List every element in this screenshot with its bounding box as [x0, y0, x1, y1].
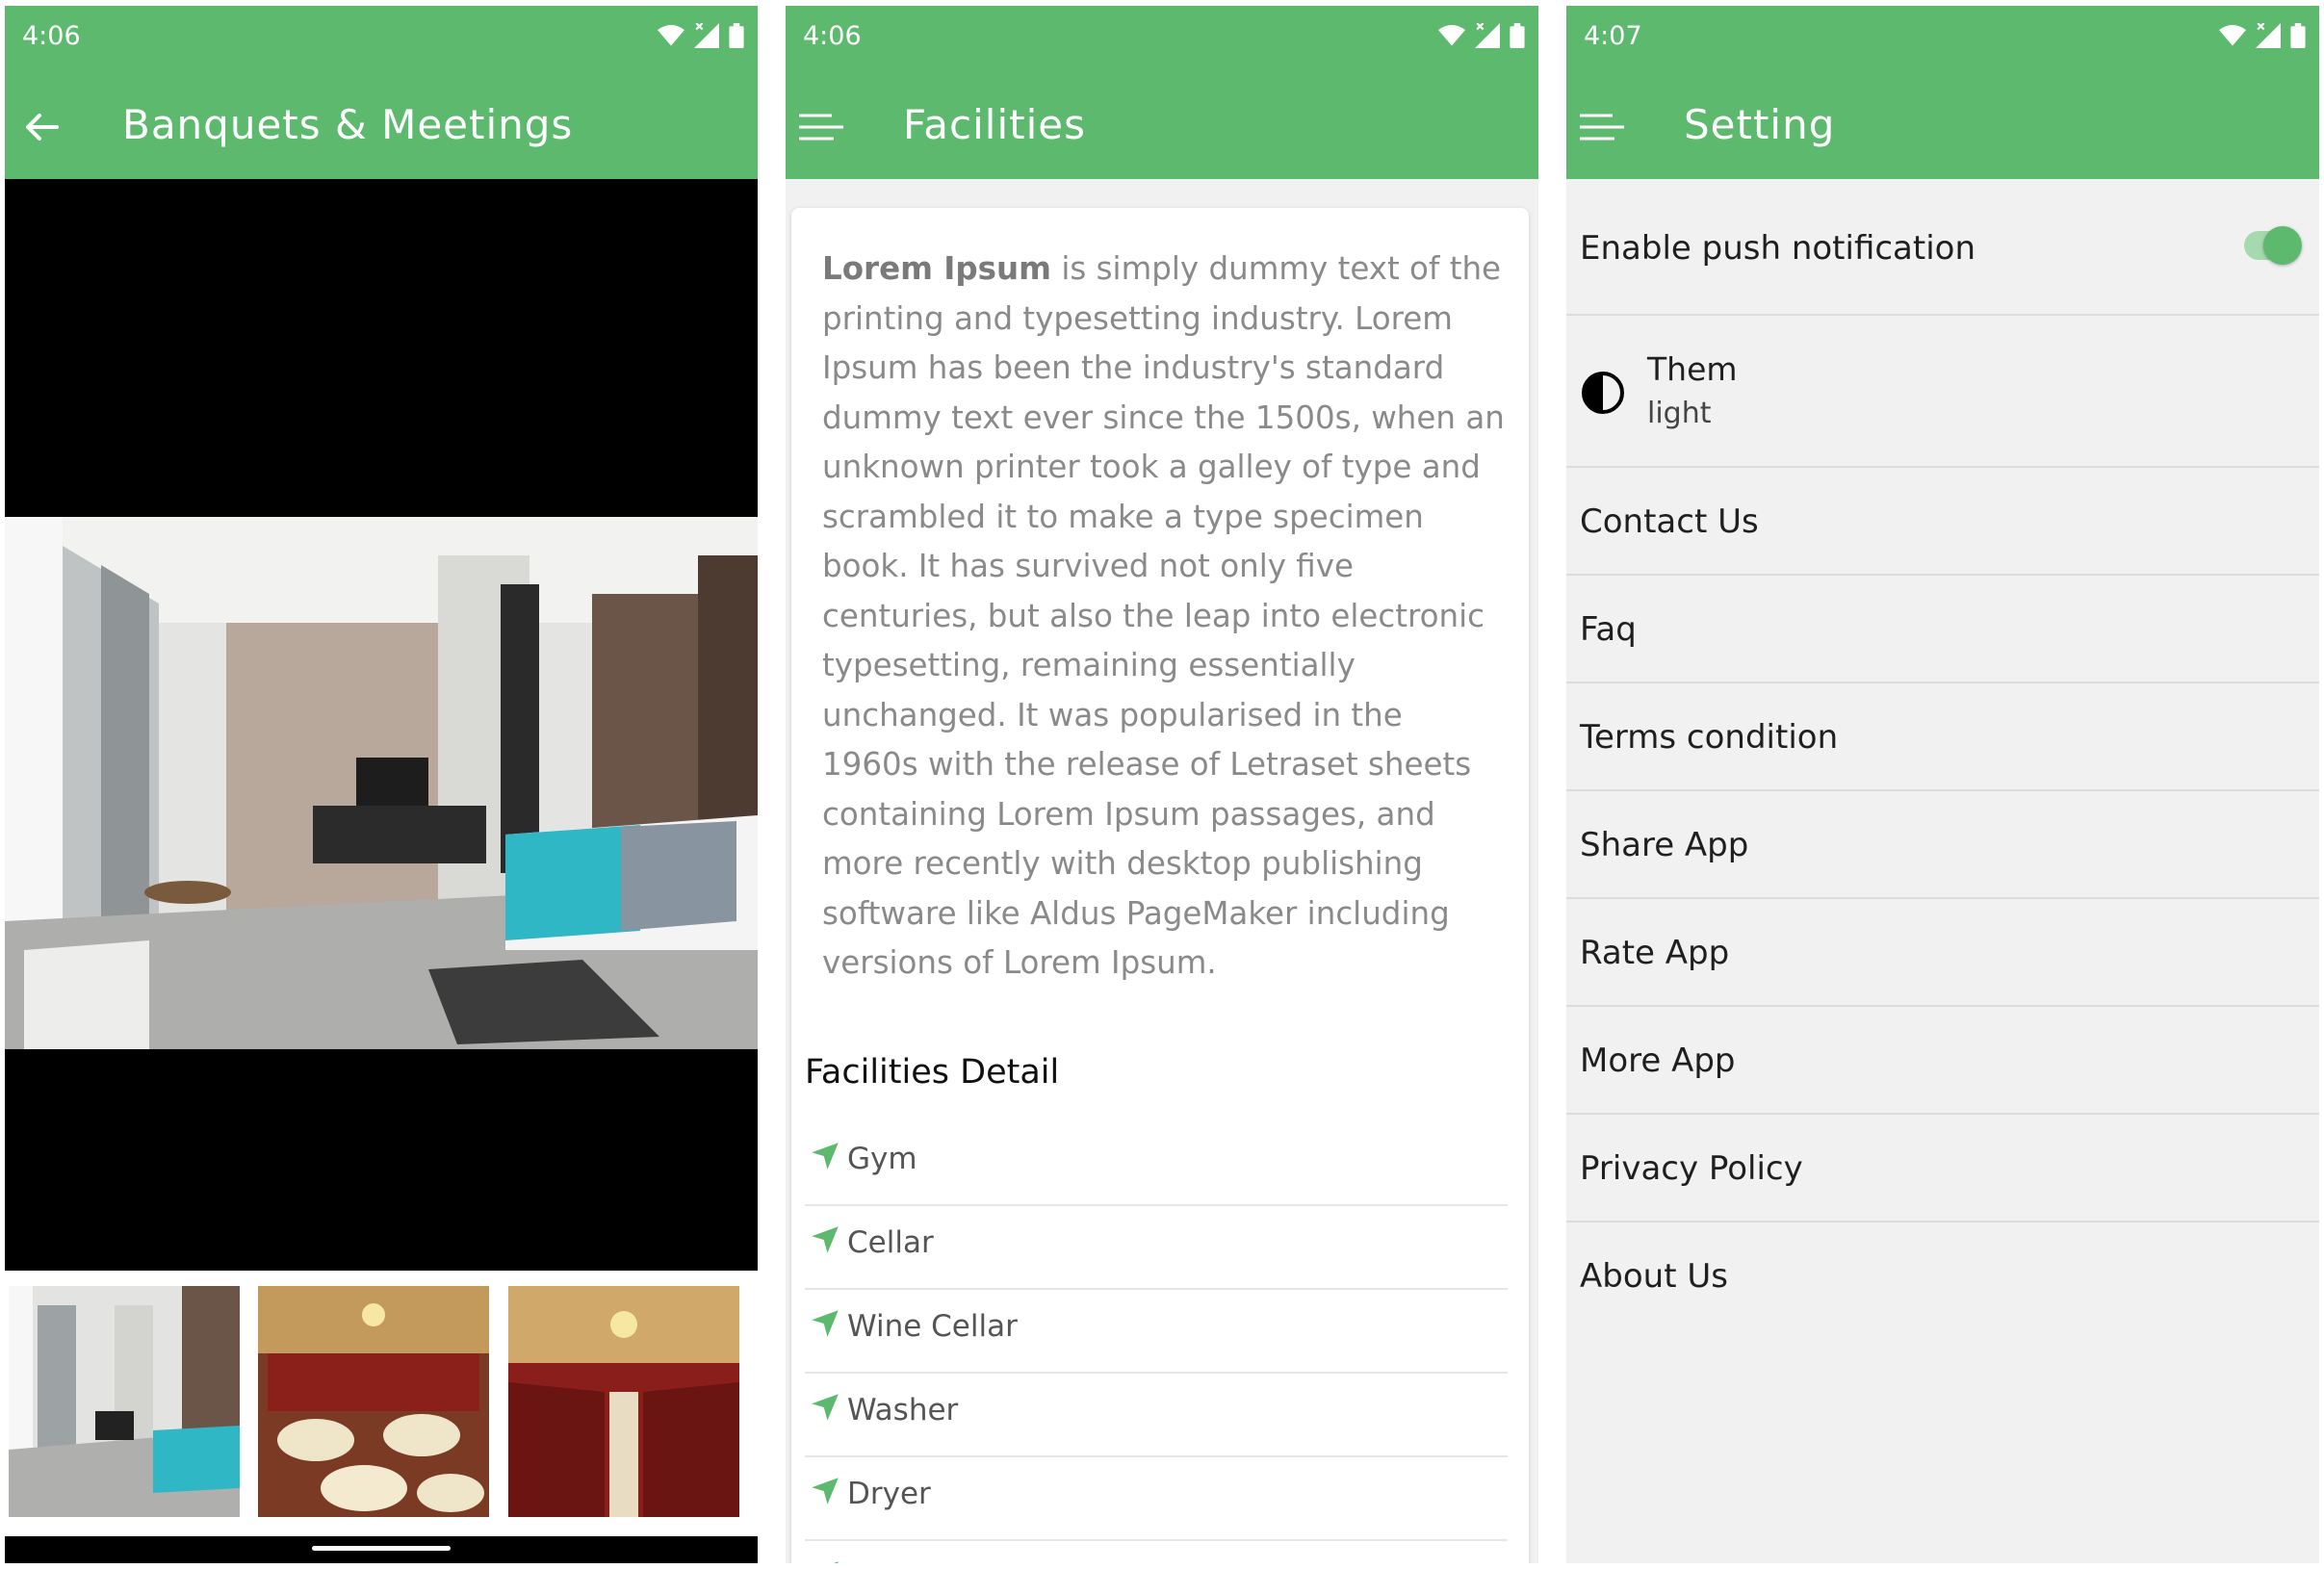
facilities-card: Lorem Ipsum is simply dummy text of the … — [791, 208, 1529, 1563]
setting-item-share-app[interactable]: Share App — [1566, 791, 2319, 899]
theme-value: light — [1647, 397, 1712, 430]
status-time: 4:07 — [1584, 21, 1642, 51]
setting-item-contact-us[interactable]: Contact Us — [1566, 468, 2319, 576]
description-bold: Lorem Ipsum — [822, 250, 1051, 287]
facility-label: Dryer — [847, 1477, 931, 1511]
page-title: Setting — [1684, 101, 1836, 148]
app-bar: 4:07 Setting — [1566, 6, 2319, 179]
thumbnail-bedroom[interactable] — [9, 1286, 240, 1517]
facility-label: Washer — [847, 1393, 959, 1428]
navigation-arrow-icon — [811, 1142, 839, 1170]
facility-label: Cellar — [847, 1225, 934, 1260]
page-title: Banquets & Meetings — [122, 101, 574, 148]
facility-label: Gym — [847, 1142, 917, 1176]
navigation-arrow-icon — [811, 1560, 839, 1563]
wifi-icon — [658, 24, 684, 47]
theme-row[interactable]: Them light — [1566, 316, 2319, 468]
signal-icon — [1475, 23, 1500, 48]
setting-label: Faq — [1580, 610, 1637, 649]
setting-label: Contact Us — [1580, 502, 1759, 541]
arrow-left-icon[interactable] — [14, 106, 63, 148]
navigation-arrow-icon — [811, 1309, 839, 1338]
app-bar: 4:06 Facilities — [786, 6, 1538, 179]
list-item: Gym — [805, 1122, 1508, 1206]
setting-label: Rate App — [1580, 934, 1730, 972]
facilities-screen: 4:06 Facilities Lorem Ipsum is simply du… — [786, 6, 1538, 1563]
half-circle-contrast-icon — [1582, 372, 1624, 414]
status-time: 4:06 — [22, 21, 81, 51]
description-body: is simply dummy text of the printing and… — [822, 250, 1505, 981]
navigation-arrow-icon — [811, 1393, 839, 1422]
description-text: Lorem Ipsum is simply dummy text of the … — [822, 244, 1506, 989]
list-item: Wine Cellar — [805, 1290, 1508, 1374]
theme-label: Them — [1647, 350, 1738, 388]
wifi-icon — [2219, 24, 2246, 47]
setting-item-privacy-policy[interactable]: Privacy Policy — [1566, 1115, 2319, 1222]
setting-screen: 4:07 Setting Enable push notification Th… — [1566, 6, 2319, 1563]
battery-icon — [1510, 23, 1525, 48]
page-title: Facilities — [903, 101, 1086, 148]
home-indicator[interactable] — [312, 1546, 451, 1551]
banquets-screen: 4:06 Banquets & Meetings — [5, 6, 758, 1563]
setting-item-faq[interactable]: Faq — [1566, 576, 2319, 683]
battery-icon — [729, 23, 744, 48]
setting-item-terms[interactable]: Terms condition — [1566, 683, 2319, 791]
setting-item-rate-app[interactable]: Rate App — [1566, 899, 2319, 1007]
navigation-arrow-icon — [811, 1225, 839, 1254]
battery-icon — [2290, 23, 2306, 48]
status-time: 4:06 — [803, 21, 862, 51]
hotel-bedroom-photo — [5, 517, 758, 1049]
setting-label: About Us — [1580, 1257, 1728, 1296]
setting-item-about-us[interactable]: About Us — [1566, 1222, 2319, 1330]
signal-icon — [694, 23, 719, 48]
hamburger-menu-icon[interactable] — [1576, 106, 1624, 148]
push-notification-label: Enable push notification — [1580, 229, 1976, 268]
setting-label: More App — [1580, 1042, 1736, 1080]
thumbnail-strip — [5, 1271, 758, 1563]
setting-label: Privacy Policy — [1580, 1149, 1803, 1188]
toggle-knob[interactable] — [2263, 226, 2302, 265]
thumbnail-banquet-tables[interactable] — [258, 1286, 489, 1517]
hamburger-menu-icon[interactable] — [795, 106, 843, 148]
facilities-list: Gym Cellar Wine Cellar Washer Dryer — [805, 1122, 1508, 1563]
list-item: Cellar — [805, 1206, 1508, 1290]
wifi-icon — [1438, 24, 1465, 47]
status-icons — [1438, 23, 1525, 48]
status-icons — [2219, 23, 2306, 48]
facility-label: Wine Cellar — [847, 1309, 1018, 1344]
list-item: Dryer — [805, 1457, 1508, 1541]
facilities-detail-heading: Facilities Detail — [805, 1053, 1060, 1092]
navigation-arrow-icon — [811, 1477, 839, 1505]
push-notification-row[interactable]: Enable push notification — [1566, 179, 2319, 316]
thumbnail-banquet-chairs[interactable] — [508, 1286, 739, 1517]
list-item-partial — [805, 1541, 1508, 1563]
list-item: Washer — [805, 1374, 1508, 1457]
setting-item-more-app[interactable]: More App — [1566, 1007, 2319, 1115]
setting-label: Terms condition — [1580, 718, 1839, 757]
status-icons — [658, 23, 744, 48]
setting-label: Share App — [1580, 826, 1749, 864]
app-bar: 4:06 Banquets & Meetings — [5, 6, 758, 179]
signal-icon — [2256, 23, 2281, 48]
